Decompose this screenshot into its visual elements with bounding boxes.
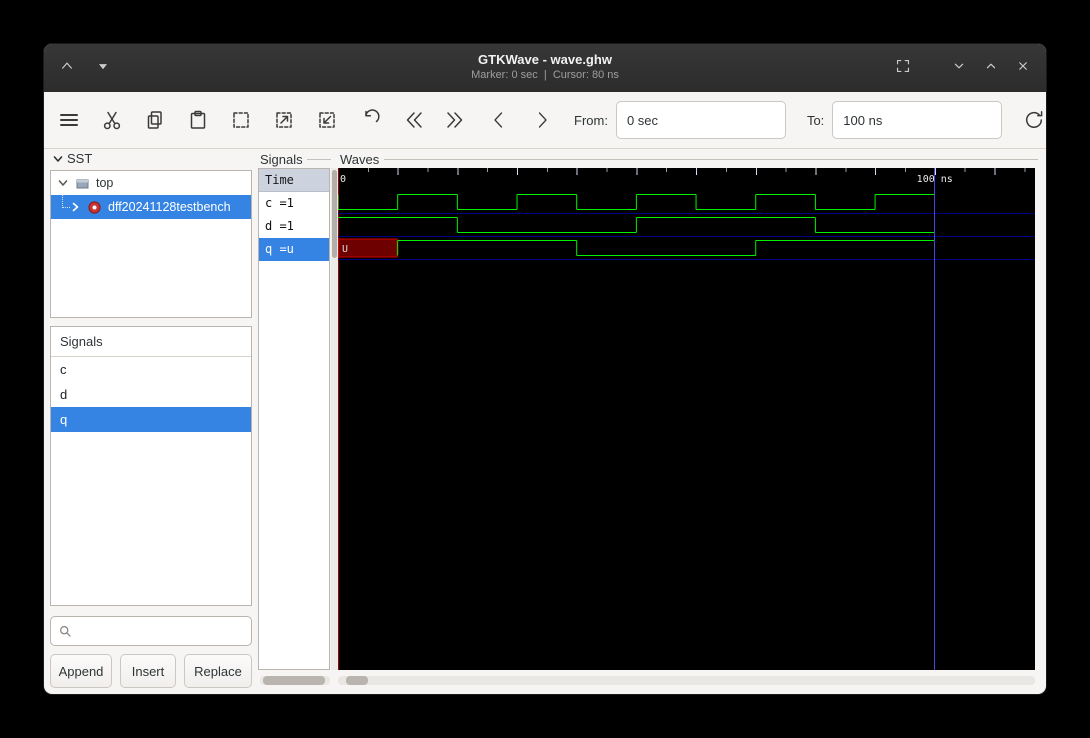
svg-text:U: U [342, 244, 348, 255]
tree-item-top[interactable]: top [51, 171, 251, 195]
undo-icon[interactable] [359, 109, 381, 131]
toolbar: From: To: [44, 92, 1046, 149]
to-label: To: [806, 112, 825, 128]
chevron-up-icon [59, 58, 75, 79]
signal-name-row-c[interactable]: c =1 [259, 192, 329, 215]
signal-search-list: Signals c d q [50, 326, 252, 606]
from-input[interactable] [615, 101, 786, 139]
zoom-in-icon[interactable] [273, 109, 295, 131]
copy-icon[interactable] [144, 109, 166, 131]
go-first-icon[interactable] [402, 109, 424, 131]
go-last-icon[interactable] [445, 109, 467, 131]
scrollbar-thumb[interactable] [332, 170, 337, 258]
close-icon [1015, 58, 1031, 79]
search-input[interactable] [78, 622, 244, 640]
paste-icon[interactable] [187, 109, 209, 131]
chevron-down-icon [951, 58, 967, 79]
wave-horizontal-scrollbar[interactable] [338, 676, 1035, 685]
timeline-tick-label-start: 0 [340, 174, 347, 185]
wave-timeline[interactable]: 0 100 ns [338, 168, 1035, 191]
frame-line [307, 159, 331, 160]
signal-list-item-d[interactable]: d [51, 382, 251, 407]
scrollbar-thumb[interactable] [263, 676, 325, 685]
module-icon [75, 176, 90, 191]
waves-panel-label: Waves [340, 152, 380, 167]
insert-button[interactable]: Insert [120, 654, 176, 688]
fullscreen-icon [895, 58, 911, 79]
wave-canvas[interactable]: 0 100 ns U [338, 168, 1035, 670]
append-button[interactable]: Append [50, 654, 112, 688]
sst-expander[interactable]: SST [52, 151, 92, 166]
tree-item-label: top [96, 176, 114, 190]
tree-guide-line [62, 188, 70, 208]
chevron-right-icon[interactable] [69, 201, 81, 213]
names-horizontal-scrollbar[interactable] [260, 676, 330, 685]
signal-name-row-d[interactable]: d =1 [259, 215, 329, 238]
zoom-fit-icon[interactable] [230, 109, 252, 131]
menu-icon[interactable] [58, 109, 80, 131]
chevron-down-icon [52, 153, 64, 165]
wave-lane-q[interactable]: U [338, 237, 1035, 260]
wave-vertical-scrollbar[interactable] [331, 168, 338, 670]
signal-list-header: Signals [51, 327, 251, 357]
shade-button[interactable] [946, 55, 972, 81]
reload-icon[interactable] [1023, 109, 1045, 131]
frame-line [384, 159, 1038, 160]
wave-lane-d[interactable] [338, 214, 1035, 237]
from-label: From: [574, 112, 608, 128]
testbench-icon [87, 200, 102, 215]
pan-down-button[interactable] [90, 55, 116, 81]
close-button[interactable] [1010, 55, 1036, 81]
gtkwave-window: GTKWave - wave.ghw Marker: 0 sec | Curso… [44, 44, 1046, 694]
signal-list-item-q[interactable]: q [51, 407, 251, 432]
wave-lane-c[interactable] [338, 191, 1035, 214]
replace-button[interactable]: Replace [184, 654, 252, 688]
search-icon [60, 626, 71, 637]
to-input[interactable] [832, 101, 1003, 139]
cut-icon[interactable] [101, 109, 123, 131]
fullscreen-button[interactable] [890, 55, 916, 81]
cursor-line[interactable] [934, 168, 936, 670]
chevron-up-icon [983, 58, 999, 79]
signal-name-row-q[interactable]: q =u [259, 238, 329, 261]
signal-action-buttons: Append Insert Replace [50, 654, 252, 688]
time-header: Time [259, 169, 329, 192]
scrollbar-thumb[interactable] [346, 676, 368, 685]
signal-search-box[interactable] [50, 616, 252, 646]
names-panel-label: Signals [260, 152, 303, 167]
signal-names-panel: Time c =1 d =1 q =u [258, 168, 330, 670]
pan-up-button[interactable] [54, 55, 80, 81]
tree-item-dff-testbench[interactable]: dff20241128testbench [51, 188, 251, 219]
go-next-icon[interactable] [531, 109, 553, 131]
triangle-down-icon [95, 58, 111, 79]
sst-tree: top dff20241128testbench [50, 170, 252, 318]
tree-item-label: dff20241128testbench [108, 200, 231, 214]
maximize-button[interactable] [978, 55, 1004, 81]
signal-list-item-c[interactable]: c [51, 357, 251, 382]
zoom-out-icon[interactable] [316, 109, 338, 131]
go-previous-icon[interactable] [488, 109, 510, 131]
sst-label: SST [67, 151, 93, 166]
titlebar[interactable]: GTKWave - wave.ghw Marker: 0 sec | Curso… [44, 44, 1046, 93]
